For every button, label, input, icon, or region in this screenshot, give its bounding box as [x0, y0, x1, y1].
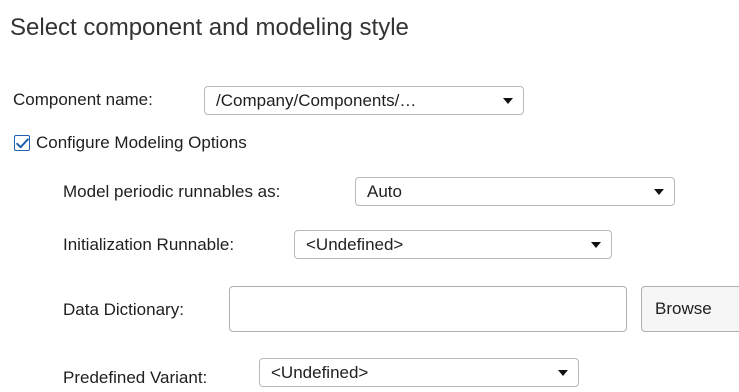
configure-modeling-options-label: Configure Modeling Options: [36, 133, 247, 152]
chevron-down-icon: [558, 369, 568, 376]
modeling-style-page: Select component and modeling style Comp…: [0, 0, 739, 392]
initialization-runnable-dropdown[interactable]: <Undefined>: [294, 230, 612, 259]
configure-modeling-options-checkbox[interactable]: [14, 135, 30, 151]
predefined-variant-label: Predefined Variant:: [63, 368, 208, 387]
configure-modeling-options-row[interactable]: Configure Modeling Options: [14, 133, 247, 153]
component-name-value: /Company/Components/…: [216, 90, 417, 110]
page-title: Select component and modeling style: [10, 14, 409, 41]
browse-button[interactable]: Browse: [641, 286, 739, 332]
chevron-down-icon: [503, 97, 513, 104]
initialization-runnable-value: <Undefined>: [306, 234, 404, 254]
initialization-runnable-label: Initialization Runnable:: [63, 235, 235, 254]
periodic-runnables-label: Model periodic runnables as:: [63, 182, 281, 201]
predefined-variant-value: <Undefined>: [271, 362, 369, 382]
predefined-variant-dropdown[interactable]: <Undefined>: [259, 358, 579, 387]
checkmark-icon: [15, 137, 29, 148]
chevron-down-icon: [654, 188, 664, 195]
periodic-runnables-value: Auto: [367, 181, 402, 201]
component-name-label: Component name:: [13, 90, 153, 109]
data-dictionary-label: Data Dictionary:: [63, 300, 184, 319]
chevron-down-icon: [591, 241, 601, 248]
periodic-runnables-dropdown[interactable]: Auto: [355, 177, 675, 206]
component-name-dropdown[interactable]: /Company/Components/…: [204, 86, 524, 115]
data-dictionary-input[interactable]: [229, 286, 627, 332]
